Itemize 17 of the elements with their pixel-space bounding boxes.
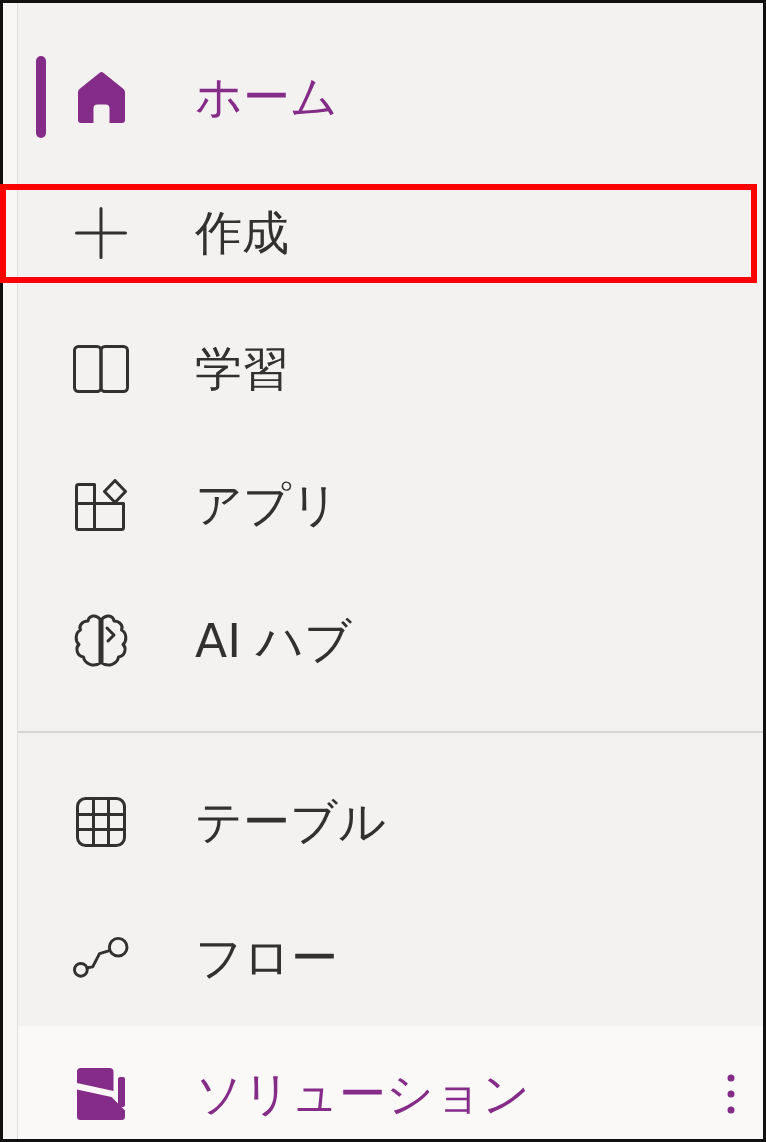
nav-item[interactable]: アプリ <box>18 437 763 573</box>
nav-item[interactable]: ソリューション <box>18 1026 763 1139</box>
nav-item[interactable]: 作成 <box>18 165 763 301</box>
table-icon <box>76 797 126 847</box>
nav-item[interactable]: AI ハブ <box>18 573 763 709</box>
nav-item[interactable]: テーブル <box>18 754 763 890</box>
more-icon[interactable] <box>727 1074 735 1114</box>
plus-icon <box>75 207 127 259</box>
nav-item[interactable]: フロー <box>18 890 763 1026</box>
nav-item[interactable]: ホーム <box>18 29 763 165</box>
apps-icon <box>75 479 127 531</box>
home-icon <box>76 70 126 124</box>
folder-icon <box>76 1067 126 1121</box>
connected-circles-icon <box>73 936 129 980</box>
brain-icon <box>73 613 129 669</box>
nav-item[interactable]: 学習 <box>18 301 763 437</box>
book-icon <box>73 345 129 393</box>
